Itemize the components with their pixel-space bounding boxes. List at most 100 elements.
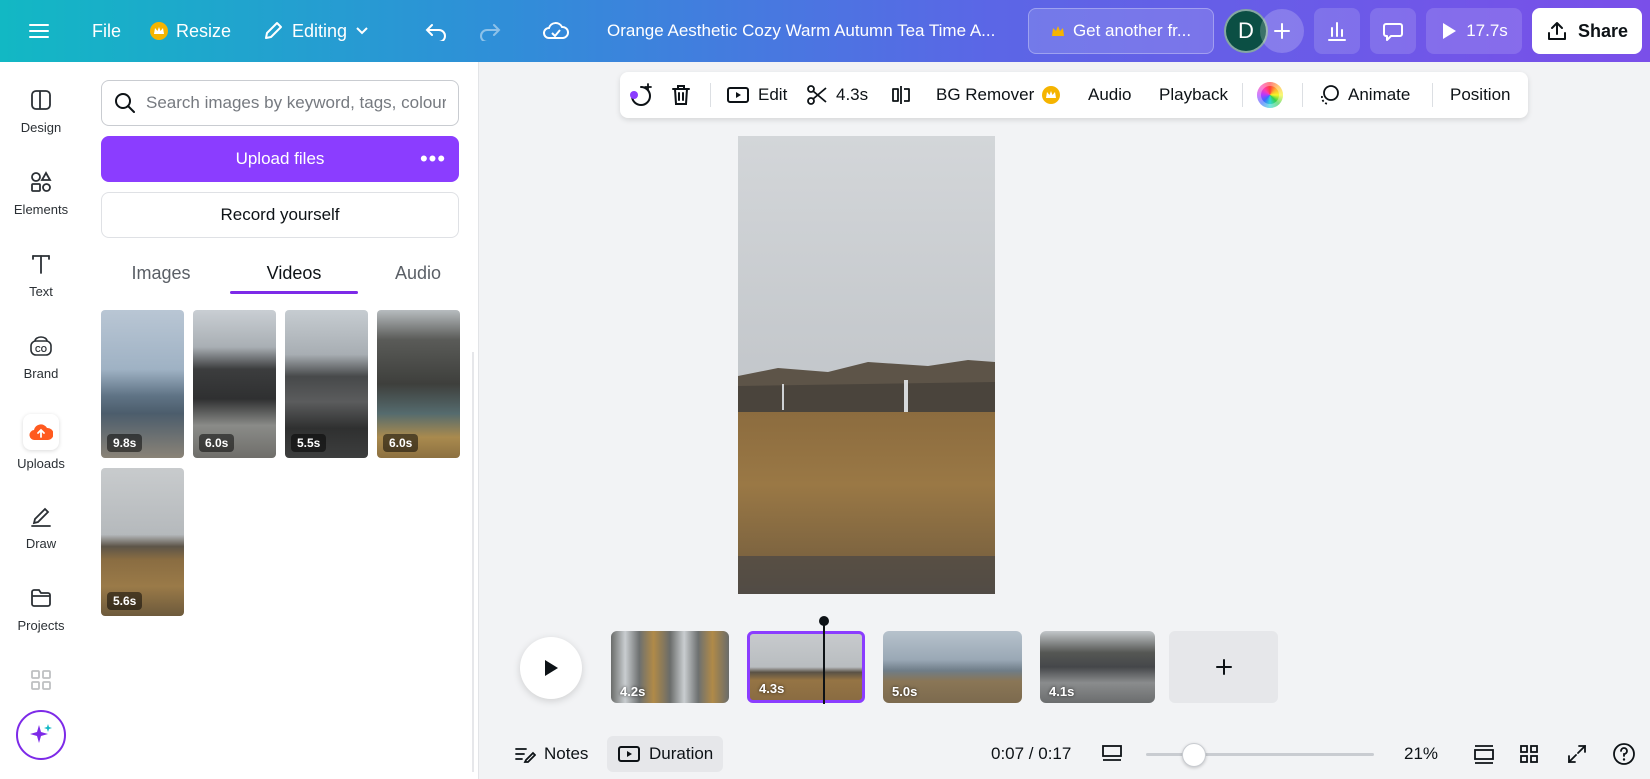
menu-button[interactable] (28, 0, 50, 62)
animate-icon (1318, 84, 1340, 106)
chevron-down-icon (355, 26, 369, 36)
hamburger-icon (28, 22, 50, 40)
edit-video-button[interactable]: Edit (726, 72, 787, 118)
video-thumbnail[interactable]: 6.0s (193, 310, 276, 458)
color-adjust-button[interactable] (1257, 72, 1283, 118)
video-thumbnail[interactable]: 9.8s (101, 310, 184, 458)
more-options-icon[interactable]: ••• (415, 136, 451, 182)
undo-button[interactable] (424, 0, 448, 62)
pages-button[interactable] (1472, 736, 1496, 772)
redo-icon (478, 21, 502, 41)
file-menu[interactable]: File (92, 0, 121, 62)
magic-assistant-button[interactable] (16, 710, 66, 760)
tab-label: Images (131, 262, 191, 283)
document-title[interactable]: Orange Aesthetic Cozy Warm Autumn Tea Ti… (607, 0, 995, 62)
playhead-handle[interactable] (819, 616, 829, 626)
video-icon (617, 744, 641, 764)
scissors-icon (806, 84, 828, 106)
rail-item-projects[interactable]: Projects (0, 584, 82, 654)
resize-button[interactable]: Resize (150, 0, 231, 62)
timeline-clip-selected[interactable]: 4.3s (747, 631, 865, 703)
record-yourself-button[interactable]: Record yourself (101, 192, 459, 238)
rail-item-elements[interactable]: Elements (0, 168, 82, 238)
share-button[interactable]: Share (1532, 8, 1642, 54)
clip-duration: 4.3s (759, 681, 785, 696)
fullscreen-button[interactable] (1566, 736, 1588, 772)
video-thumbnail[interactable]: 6.0s (377, 310, 460, 458)
uploads-icon (23, 414, 59, 450)
toolbar-divider (1432, 83, 1433, 107)
flip-button[interactable] (890, 72, 912, 118)
playback-button[interactable]: Playback (1159, 72, 1228, 118)
invite-button[interactable] (1260, 9, 1304, 53)
upload-files-label: Upload files (235, 149, 325, 168)
edit-label: Edit (758, 85, 788, 104)
timeline-clip[interactable]: 5.0s (883, 631, 1022, 703)
insights-button[interactable] (1314, 8, 1360, 54)
draw-icon (27, 502, 55, 530)
bg-remover-label: BG Remover (936, 85, 1035, 104)
tab-audio[interactable]: Audio (358, 250, 478, 296)
record-yourself-label: Record yourself (220, 205, 340, 224)
video-thumbnail[interactable]: 5.6s (101, 468, 184, 616)
upgrade-button[interactable]: Get another fr... (1028, 8, 1214, 54)
tab-label: Audio (394, 262, 442, 283)
upload-files-button[interactable]: Upload files ••• (101, 136, 459, 182)
context-toolbar: Edit 4.3s BG Remover Audio Playback Anim… (620, 72, 1528, 118)
help-button[interactable] (1612, 736, 1636, 772)
uploads-tabs: Images Videos Audio (101, 250, 459, 296)
bar-chart-icon (1326, 20, 1348, 42)
bg-remover-button[interactable]: BG Remover (936, 72, 1061, 118)
rail-item-draw[interactable]: Draw (0, 502, 82, 572)
notes-button[interactable]: Notes (514, 736, 588, 772)
rail-item-text[interactable]: Text (0, 250, 82, 320)
video-icon (726, 85, 750, 105)
audio-button[interactable]: Audio (1088, 72, 1131, 118)
grid-icon (1518, 743, 1540, 765)
upgrade-label: Get another fr... (1072, 21, 1192, 40)
audio-label: Audio (1088, 85, 1132, 104)
video-duration: 5.6s (107, 592, 143, 610)
redo-button[interactable] (478, 0, 502, 62)
design-page[interactable] (738, 136, 995, 594)
rail-item-design[interactable]: Design (0, 86, 82, 156)
search-input[interactable] (146, 93, 446, 113)
zoom-slider-handle[interactable] (1182, 743, 1206, 767)
present-button[interactable]: 17.7s (1426, 8, 1522, 54)
timeline-clip[interactable]: 4.2s (611, 631, 729, 703)
position-button[interactable]: Position (1450, 72, 1510, 118)
search-box[interactable] (101, 80, 459, 126)
hide-pages-button[interactable] (1100, 736, 1124, 772)
pages-icon (1472, 743, 1496, 765)
zoom-level-text: 21% (1404, 744, 1439, 763)
delete-button[interactable] (670, 72, 692, 118)
crown-icon (1051, 25, 1065, 37)
tab-videos[interactable]: Videos (230, 250, 358, 296)
trim-duration: 4.3s (836, 85, 869, 104)
add-clip-button[interactable] (1169, 631, 1278, 703)
rail-item-brand[interactable]: CO Brand (0, 332, 82, 402)
video-duration: 5.5s (291, 434, 327, 452)
pages-toggle-icon (1100, 743, 1124, 765)
panel-scrollbar[interactable] (472, 352, 474, 772)
rail-item-uploads[interactable]: Uploads (0, 414, 82, 484)
cloud-save-status[interactable] (542, 0, 570, 62)
tab-images[interactable]: Images (101, 250, 221, 296)
grid-view-button[interactable] (1518, 736, 1540, 772)
play-icon (1440, 21, 1458, 41)
timeline-play-button[interactable] (520, 637, 582, 699)
zoom-slider[interactable] (1146, 753, 1374, 756)
rail-label: Uploads (17, 456, 65, 471)
magic-edit-button[interactable] (628, 72, 654, 118)
editing-mode-dropdown[interactable]: Editing (262, 0, 369, 62)
video-thumbnail[interactable]: 5.5s (285, 310, 368, 458)
share-label: Share (1577, 20, 1629, 41)
comments-button[interactable] (1370, 8, 1416, 54)
playhead[interactable] (823, 620, 825, 704)
animate-button[interactable]: Animate (1318, 72, 1410, 118)
expand-icon (1566, 743, 1588, 765)
zoom-level[interactable]: 21% (1404, 736, 1438, 772)
timeline-clip[interactable]: 4.1s (1040, 631, 1155, 703)
duration-button[interactable]: Duration (607, 736, 724, 772)
trim-button[interactable]: 4.3s (806, 72, 868, 118)
